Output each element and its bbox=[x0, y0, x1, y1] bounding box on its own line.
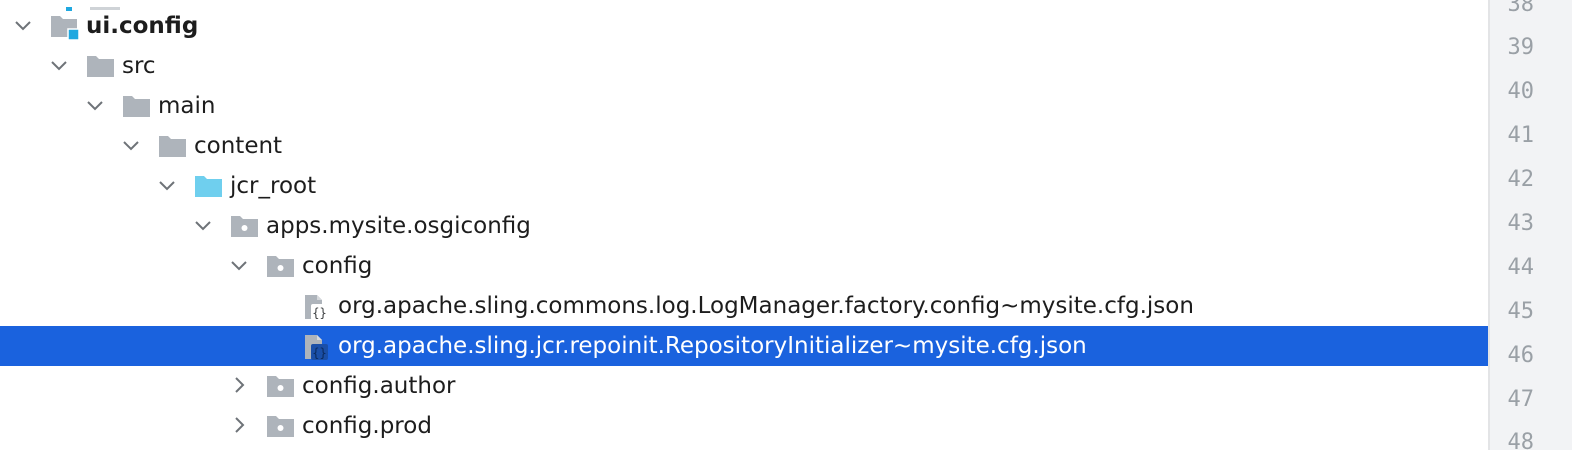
project-tree[interactable]: ui.config src main content jcr_root apps… bbox=[0, 0, 1488, 450]
chevron-down-icon[interactable] bbox=[230, 256, 248, 274]
tree-row-main[interactable]: main bbox=[0, 86, 1488, 126]
tree-row-label: apps.mysite.osgiconfig bbox=[266, 213, 531, 239]
tree-row-label: config.prod bbox=[302, 413, 432, 439]
chevron-down-icon[interactable] bbox=[122, 136, 140, 154]
line-number: 38 bbox=[1507, 0, 1535, 17]
tree-row-jcr-root[interactable]: jcr_root bbox=[0, 166, 1488, 206]
line-number: 45 bbox=[1507, 299, 1535, 324]
chevron-down-icon[interactable] bbox=[86, 96, 104, 114]
line-number: 40 bbox=[1507, 79, 1535, 104]
chevron-right-icon[interactable] bbox=[230, 376, 248, 394]
line-number-gutter: 38 39 40 41 42 43 44 45 46 47 48 bbox=[1488, 0, 1572, 450]
tree-row-label: ui.config bbox=[86, 13, 199, 39]
tree-row-repositoryinitializer-json[interactable]: {} org.apache.sling.jcr.repoinit.Reposit… bbox=[0, 326, 1488, 366]
tree-row-ui-config[interactable]: ui.config bbox=[0, 6, 1488, 46]
line-number: 47 bbox=[1507, 387, 1535, 412]
tree-row-config-author[interactable]: config.author bbox=[0, 366, 1488, 406]
tree-row-label: config.author bbox=[302, 373, 456, 399]
line-number: 43 bbox=[1507, 211, 1535, 236]
tree-row-apps-mysite-osgiconfig[interactable]: apps.mysite.osgiconfig bbox=[0, 206, 1488, 246]
chevron-down-icon[interactable] bbox=[14, 16, 32, 34]
folder-icon bbox=[122, 93, 150, 119]
line-number: 44 bbox=[1507, 255, 1535, 280]
svg-text:{}: {} bbox=[312, 346, 326, 360]
tree-row-label: config bbox=[302, 253, 373, 279]
tree-row-config-prod[interactable]: config.prod bbox=[0, 406, 1488, 446]
package-folder-icon bbox=[266, 413, 294, 439]
tree-row-label: content bbox=[194, 133, 283, 159]
chevron-down-icon[interactable] bbox=[158, 176, 176, 194]
chevron-down-icon[interactable] bbox=[194, 216, 212, 234]
folder-icon bbox=[86, 53, 114, 79]
module-folder-icon bbox=[50, 13, 80, 41]
tree-row-content[interactable]: content bbox=[0, 126, 1488, 166]
folder-icon bbox=[158, 133, 186, 159]
tree-row-label: jcr_root bbox=[230, 173, 317, 199]
chevron-down-icon[interactable] bbox=[50, 56, 68, 74]
tree-row-logmanager-json[interactable]: {} org.apache.sling.commons.log.LogManag… bbox=[0, 286, 1488, 326]
line-number: 42 bbox=[1507, 167, 1535, 192]
line-number: 46 bbox=[1507, 343, 1535, 368]
chevron-right-icon[interactable] bbox=[230, 416, 248, 434]
line-number: 48 bbox=[1507, 430, 1535, 450]
line-number: 39 bbox=[1507, 35, 1535, 60]
json-file-icon: {} bbox=[302, 293, 330, 320]
resource-root-folder-icon bbox=[194, 173, 222, 199]
tree-row-src[interactable]: src bbox=[0, 46, 1488, 86]
tree-row-label: org.apache.sling.commons.log.LogManager.… bbox=[338, 293, 1194, 319]
tree-row-label: main bbox=[158, 93, 216, 119]
package-folder-icon bbox=[266, 373, 294, 399]
json-file-icon: {} bbox=[302, 333, 330, 360]
tree-row-label: org.apache.sling.jcr.repoinit.Repository… bbox=[338, 333, 1087, 359]
line-number: 41 bbox=[1507, 123, 1535, 148]
tree-row-label: src bbox=[122, 53, 156, 79]
tree-row-config[interactable]: config bbox=[0, 246, 1488, 286]
package-folder-icon bbox=[266, 253, 294, 279]
package-folder-icon bbox=[230, 213, 258, 239]
svg-text:{}: {} bbox=[312, 306, 326, 320]
